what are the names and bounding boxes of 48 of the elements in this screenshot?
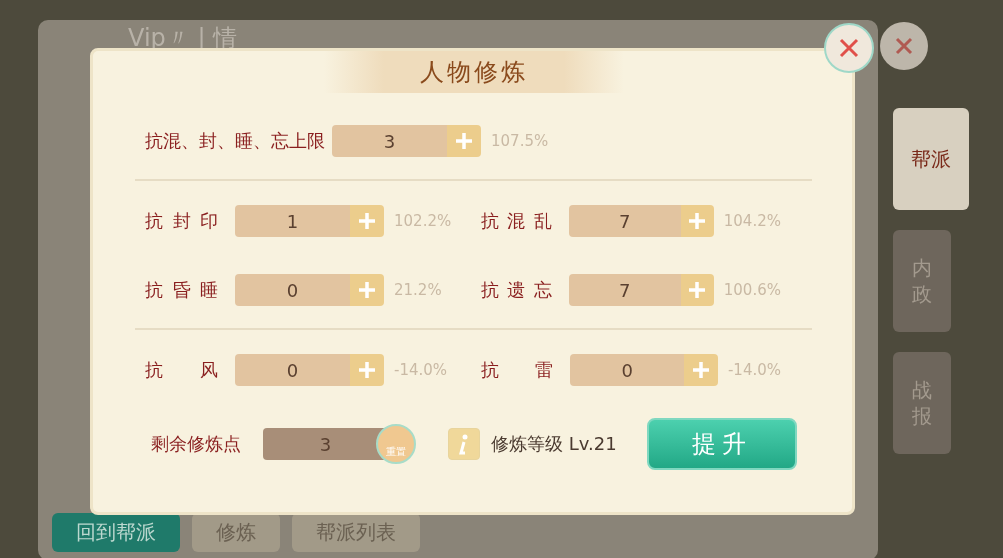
stat-value-field: 1 <box>235 205 350 237</box>
plus-icon <box>357 360 377 380</box>
upgrade-button[interactable]: 提升 <box>646 418 797 470</box>
stat-label: 抗混、封、睡、忘上限 <box>145 129 325 153</box>
dialog-title: 人物修炼 <box>419 57 528 88</box>
stat-value-field: 0 <box>235 274 350 306</box>
stat-label: 抗遗忘 <box>481 278 552 302</box>
plus-button[interactable] <box>680 205 714 237</box>
stat-value-field: 0 <box>570 354 685 386</box>
percent-text: 21.2% <box>394 281 442 299</box>
percent-text: -14.0% <box>394 361 448 379</box>
percent-text: 102.2% <box>394 212 452 230</box>
bottom-tab-button[interactable]: 回到帮派 <box>52 513 180 552</box>
plus-icon <box>691 360 712 380</box>
plus-icon <box>454 131 474 151</box>
plus-icon <box>357 211 377 231</box>
stat-label: 抗混乱 <box>481 209 552 233</box>
plus-button[interactable] <box>350 205 384 237</box>
close-icon <box>893 35 915 57</box>
percent-text: 107.5% <box>491 132 549 150</box>
plus-icon <box>357 280 377 300</box>
percent-text: -14.0% <box>727 361 781 379</box>
stat-label: 抗 风 <box>145 358 218 382</box>
stat-value-field: 7 <box>568 274 681 306</box>
reset-button[interactable]: 重置 <box>376 424 416 464</box>
stat-value-field: 3 <box>332 125 447 157</box>
plus-button[interactable] <box>680 274 714 306</box>
info-button[interactable] <box>448 428 480 460</box>
plus-button[interactable] <box>447 125 481 157</box>
plus-icon <box>687 211 708 231</box>
stat-label: 抗封印 <box>145 209 218 233</box>
percent-text: 104.2% <box>723 212 781 230</box>
stat-value-field: 7 <box>568 205 681 237</box>
training-level-text: 修炼等级 Lv.21 <box>491 432 617 456</box>
plus-icon <box>687 280 708 300</box>
stat-label: 抗 雷 <box>481 358 554 382</box>
plus-button[interactable] <box>684 354 718 386</box>
stat-label: 抗昏睡 <box>145 278 218 302</box>
plus-button[interactable] <box>350 274 384 306</box>
bottom-tab-button[interactable]: 帮派列表 <box>292 513 420 552</box>
side-tab[interactable]: 帮派 <box>893 108 969 210</box>
plus-button[interactable] <box>350 354 384 386</box>
bottom-tab-button[interactable]: 修炼 <box>192 513 280 552</box>
close-icon <box>837 36 861 60</box>
remaining-points-label: 剩余修炼点 <box>151 432 241 456</box>
percent-text: 100.6% <box>723 281 781 299</box>
close-button[interactable] <box>880 22 928 70</box>
stat-value-field: 0 <box>235 354 350 386</box>
